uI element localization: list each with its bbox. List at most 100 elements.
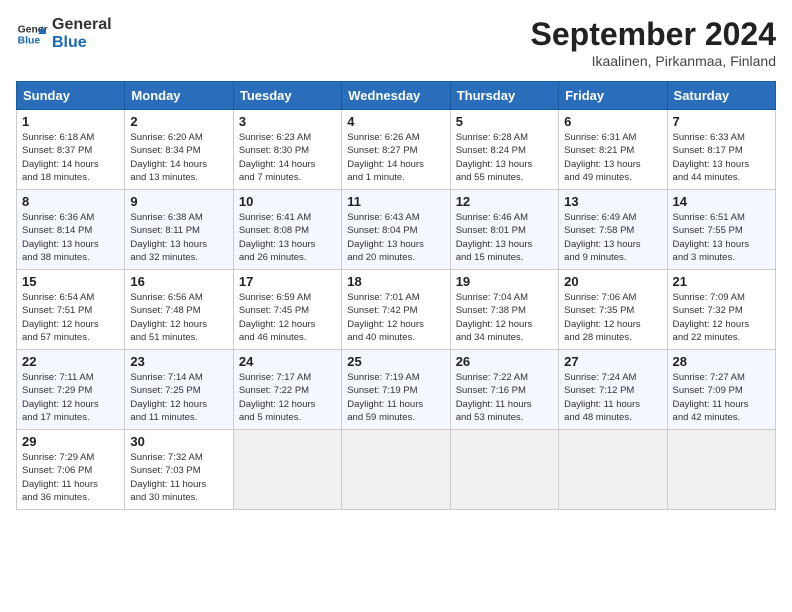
day-number: 3 — [239, 114, 336, 129]
calendar-cell — [667, 430, 775, 510]
day-number: 5 — [456, 114, 553, 129]
logo-line1: General — [52, 16, 112, 34]
calendar-cell: 19 Sunrise: 7:04 AMSunset: 7:38 PMDayligh… — [450, 270, 558, 350]
calendar-week-row: 29 Sunrise: 7:29 AMSunset: 7:06 PMDayligh… — [17, 430, 776, 510]
calendar-title: September 2024 — [531, 16, 776, 53]
calendar-cell: 22 Sunrise: 7:11 AMSunset: 7:29 PMDayligh… — [17, 350, 125, 430]
day-number: 15 — [22, 274, 119, 289]
weekday-header-row: SundayMondayTuesdayWednesdayThursdayFrid… — [17, 82, 776, 110]
calendar-cell: 24 Sunrise: 7:17 AMSunset: 7:22 PMDayligh… — [233, 350, 341, 430]
day-info: Sunrise: 7:24 AMSunset: 7:12 PMDaylight:… — [564, 371, 661, 424]
weekday-header-cell: Monday — [125, 82, 233, 110]
day-info: Sunrise: 6:36 AMSunset: 8:14 PMDaylight:… — [22, 211, 119, 264]
calendar-cell — [342, 430, 450, 510]
weekday-header-cell: Sunday — [17, 82, 125, 110]
day-number: 24 — [239, 354, 336, 369]
day-number: 7 — [673, 114, 770, 129]
calendar-body: 1 Sunrise: 6:18 AMSunset: 8:37 PMDaylight… — [17, 110, 776, 510]
calendar-cell: 5 Sunrise: 6:28 AMSunset: 8:24 PMDaylight… — [450, 110, 558, 190]
calendar-cell: 2 Sunrise: 6:20 AMSunset: 8:34 PMDaylight… — [125, 110, 233, 190]
calendar-cell — [559, 430, 667, 510]
calendar-cell: 21 Sunrise: 7:09 AMSunset: 7:32 PMDayligh… — [667, 270, 775, 350]
day-info: Sunrise: 6:51 AMSunset: 7:55 PMDaylight:… — [673, 211, 770, 264]
weekday-header-cell: Wednesday — [342, 82, 450, 110]
calendar-cell: 6Sunrise: 6:31 AMSunset: 8:21 PMDaylight… — [559, 110, 667, 190]
calendar-cell: 15 Sunrise: 6:54 AMSunset: 7:51 PMDayligh… — [17, 270, 125, 350]
calendar-cell — [233, 430, 341, 510]
calendar-cell: 27 Sunrise: 7:24 AMSunset: 7:12 PMDayligh… — [559, 350, 667, 430]
day-info: Sunrise: 6:38 AMSunset: 8:11 PMDaylight:… — [130, 211, 227, 264]
calendar-cell: 7 Sunrise: 6:33 AMSunset: 8:17 PMDaylight… — [667, 110, 775, 190]
day-number: 21 — [673, 274, 770, 289]
calendar-cell: 4 Sunrise: 6:26 AMSunset: 8:27 PMDaylight… — [342, 110, 450, 190]
title-area: September 2024 Ikaalinen, Pirkanmaa, Fin… — [531, 16, 776, 69]
svg-text:Blue: Blue — [18, 35, 41, 46]
calendar-cell: 17Sunrise: 6:59 AMSunset: 7:45 PMDayligh… — [233, 270, 341, 350]
calendar-cell: 25 Sunrise: 7:19 AMSunset: 7:19 PMDayligh… — [342, 350, 450, 430]
day-number: 16 — [130, 274, 227, 289]
day-number: 19 — [456, 274, 553, 289]
calendar-cell: 26Sunrise: 7:22 AMSunset: 7:16 PMDayligh… — [450, 350, 558, 430]
calendar-cell: 11Sunrise: 6:43 AMSunset: 8:04 PMDayligh… — [342, 190, 450, 270]
day-info: Sunrise: 7:32 AMSunset: 7:03 PMDaylight:… — [130, 451, 227, 504]
calendar-cell: 12Sunrise: 6:46 AMSunset: 8:01 PMDayligh… — [450, 190, 558, 270]
day-number: 25 — [347, 354, 444, 369]
day-number: 2 — [130, 114, 227, 129]
day-info: Sunrise: 7:27 AMSunset: 7:09 PMDaylight:… — [673, 371, 770, 424]
day-number: 1 — [22, 114, 119, 129]
day-info: Sunrise: 7:29 AMSunset: 7:06 PMDaylight:… — [22, 451, 119, 504]
calendar-subtitle: Ikaalinen, Pirkanmaa, Finland — [531, 53, 776, 69]
day-info: Sunrise: 6:28 AMSunset: 8:24 PMDaylight:… — [456, 131, 553, 184]
calendar-week-row: 22 Sunrise: 7:11 AMSunset: 7:29 PMDayligh… — [17, 350, 776, 430]
day-info: Sunrise: 7:11 AMSunset: 7:29 PMDaylight:… — [22, 371, 119, 424]
day-number: 30 — [130, 434, 227, 449]
calendar-cell: 3 Sunrise: 6:23 AMSunset: 8:30 PMDaylight… — [233, 110, 341, 190]
weekday-header-cell: Tuesday — [233, 82, 341, 110]
day-number: 28 — [673, 354, 770, 369]
day-info: Sunrise: 6:59 AMSunset: 7:45 PMDaylight:… — [239, 291, 336, 344]
day-number: 4 — [347, 114, 444, 129]
day-info: Sunrise: 7:01 AMSunset: 7:42 PMDaylight:… — [347, 291, 444, 344]
weekday-header-cell: Thursday — [450, 82, 558, 110]
day-info: Sunrise: 6:56 AMSunset: 7:48 PMDaylight:… — [130, 291, 227, 344]
day-number: 27 — [564, 354, 661, 369]
day-info: Sunrise: 7:14 AMSunset: 7:25 PMDaylight:… — [130, 371, 227, 424]
calendar-cell: 10 Sunrise: 6:41 AMSunset: 8:08 PMDayligh… — [233, 190, 341, 270]
day-number: 29 — [22, 434, 119, 449]
day-info: Sunrise: 6:46 AMSunset: 8:01 PMDaylight:… — [456, 211, 553, 264]
weekday-header-cell: Saturday — [667, 82, 775, 110]
day-info: Sunrise: 7:04 AMSunset: 7:38 PMDaylight:… — [456, 291, 553, 344]
calendar-cell: 29 Sunrise: 7:29 AMSunset: 7:06 PMDayligh… — [17, 430, 125, 510]
day-number: 10 — [239, 194, 336, 209]
day-info: Sunrise: 7:19 AMSunset: 7:19 PMDaylight:… — [347, 371, 444, 424]
calendar-cell: 28 Sunrise: 7:27 AMSunset: 7:09 PMDayligh… — [667, 350, 775, 430]
logo-icon: General Blue — [16, 18, 48, 50]
weekday-header-cell: Friday — [559, 82, 667, 110]
calendar-week-row: 1 Sunrise: 6:18 AMSunset: 8:37 PMDaylight… — [17, 110, 776, 190]
day-number: 11 — [347, 194, 444, 209]
day-info: Sunrise: 7:09 AMSunset: 7:32 PMDaylight:… — [673, 291, 770, 344]
day-info: Sunrise: 6:31 AMSunset: 8:21 PMDaylight:… — [564, 131, 661, 184]
day-number: 9 — [130, 194, 227, 209]
calendar-cell: 1 Sunrise: 6:18 AMSunset: 8:37 PMDaylight… — [17, 110, 125, 190]
day-number: 18 — [347, 274, 444, 289]
day-info: Sunrise: 6:33 AMSunset: 8:17 PMDaylight:… — [673, 131, 770, 184]
day-info: Sunrise: 6:26 AMSunset: 8:27 PMDaylight:… — [347, 131, 444, 184]
calendar-cell: 8Sunrise: 6:36 AMSunset: 8:14 PMDaylight… — [17, 190, 125, 270]
day-info: Sunrise: 6:18 AMSunset: 8:37 PMDaylight:… — [22, 131, 119, 184]
day-info: Sunrise: 7:17 AMSunset: 7:22 PMDaylight:… — [239, 371, 336, 424]
calendar-cell: 16 Sunrise: 6:56 AMSunset: 7:48 PMDayligh… — [125, 270, 233, 350]
day-info: Sunrise: 6:20 AMSunset: 8:34 PMDaylight:… — [130, 131, 227, 184]
day-info: Sunrise: 6:54 AMSunset: 7:51 PMDaylight:… — [22, 291, 119, 344]
day-info: Sunrise: 6:41 AMSunset: 8:08 PMDaylight:… — [239, 211, 336, 264]
calendar-cell: 9 Sunrise: 6:38 AMSunset: 8:11 PMDaylight… — [125, 190, 233, 270]
calendar-cell: 30 Sunrise: 7:32 AMSunset: 7:03 PMDayligh… — [125, 430, 233, 510]
day-number: 23 — [130, 354, 227, 369]
day-number: 13 — [564, 194, 661, 209]
day-info: Sunrise: 7:06 AMSunset: 7:35 PMDaylight:… — [564, 291, 661, 344]
calendar-cell: 13Sunrise: 6:49 AMSunset: 7:58 PMDayligh… — [559, 190, 667, 270]
day-number: 22 — [22, 354, 119, 369]
day-info: Sunrise: 6:23 AMSunset: 8:30 PMDaylight:… — [239, 131, 336, 184]
calendar-cell: 20Sunrise: 7:06 AMSunset: 7:35 PMDayligh… — [559, 270, 667, 350]
logo-line2: Blue — [52, 34, 112, 52]
